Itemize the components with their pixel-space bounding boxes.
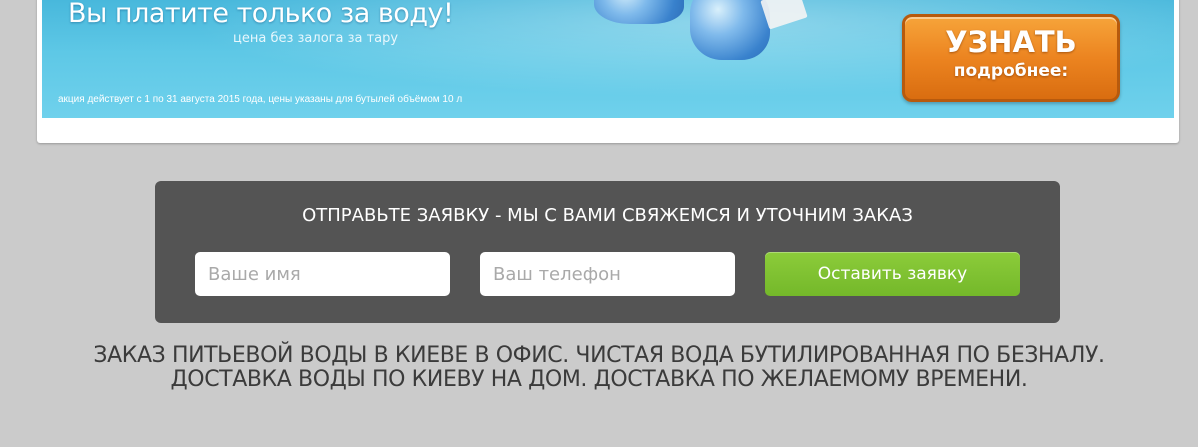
promo-banner[interactable]: Вы платите только за воду! цена без зало… bbox=[42, 0, 1174, 118]
order-request-heading: ОТПРАВЬТЕ ЗАЯВКУ - МЫ С ВАМИ СВЯЖЕМСЯ И … bbox=[302, 205, 913, 226]
name-input[interactable] bbox=[195, 252, 450, 296]
learn-more-button-main-label: УЗНАТЬ bbox=[945, 25, 1077, 59]
promo-terms-note: акция действует с 1 по 31 августа 2015 г… bbox=[58, 94, 463, 105]
seo-description-line: ЗАКАЗ ПИТЬЕВОЙ ВОДЫ В КИЕВЕ В ОФИС. ЧИСТ… bbox=[93, 343, 1105, 368]
learn-more-button[interactable]: УЗНАТЬ подробнее: bbox=[902, 14, 1120, 102]
seo-description-line: ДОСТАВКА ВОДЫ ПО КИЕВУ НА ДОМ. ДОСТАВКА … bbox=[170, 367, 1028, 392]
water-bottle-image bbox=[690, 0, 770, 60]
promo-subtitle: цена без залога за тару bbox=[233, 31, 399, 46]
order-request-panel: ОТПРАВЬТЕ ЗАЯВКУ - МЫ С ВАМИ СВЯЖЕМСЯ И … bbox=[155, 181, 1060, 323]
seo-description: ЗАКАЗ ПИТЬЕВОЙ ВОДЫ В КИЕВЕ В ОФИС. ЧИСТ… bbox=[0, 344, 1198, 392]
phone-input[interactable] bbox=[480, 252, 735, 296]
submit-request-button[interactable]: Оставить заявку bbox=[765, 252, 1020, 296]
promo-title: Вы платите только за воду! bbox=[68, 0, 454, 29]
learn-more-button-sub-label: подробнее: bbox=[953, 61, 1069, 81]
